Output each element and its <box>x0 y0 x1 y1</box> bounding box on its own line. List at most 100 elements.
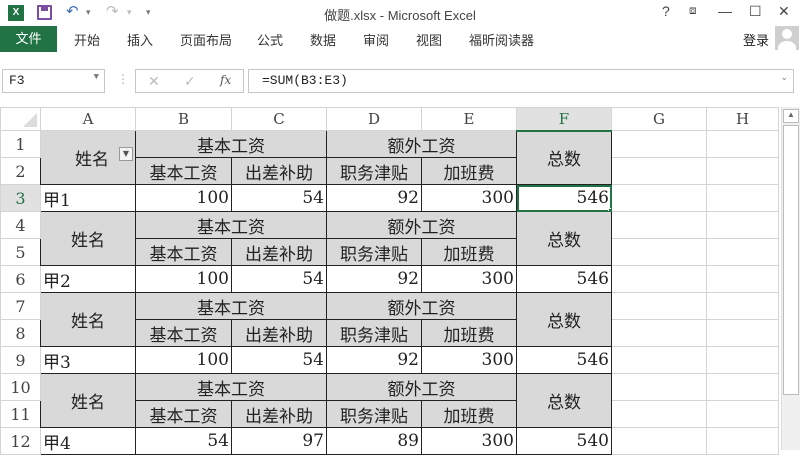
basic-salary-group-header[interactable]: 基本工资 <box>135 292 327 320</box>
overtime-cell[interactable]: 300 <box>421 346 517 374</box>
duty-allowance-cell[interactable]: 89 <box>326 427 422 455</box>
total-header-cell[interactable]: 总数 <box>516 373 612 428</box>
travel-header-cell[interactable]: 出差补助 <box>231 157 327 185</box>
travel-allowance-cell[interactable]: 54 <box>231 184 327 212</box>
fill-handle[interactable] <box>608 208 611 211</box>
help-button[interactable]: ? <box>662 3 670 19</box>
travel-allowance-cell[interactable]: 54 <box>231 346 327 374</box>
travel-header-cell[interactable]: 出差补助 <box>231 319 327 347</box>
name-cell[interactable]: 甲2 <box>40 265 136 293</box>
total-cell[interactable]: 546 <box>516 184 612 212</box>
column-header-c[interactable]: C <box>231 107 327 131</box>
basic-salary-cell[interactable]: 54 <box>135 427 232 455</box>
empty-cell[interactable] <box>611 292 707 320</box>
overtime-cell[interactable]: 300 <box>421 427 517 455</box>
extra-salary-group-header[interactable]: 额外工资 <box>326 292 517 320</box>
basic-salary-cell[interactable]: 100 <box>135 184 232 212</box>
ribbon-display-button[interactable]: ⧈ <box>689 3 697 18</box>
column-header-a[interactable]: A <box>40 107 136 131</box>
total-cell[interactable]: 546 <box>516 346 612 374</box>
basic-salary-group-header[interactable]: 基本工资 <box>135 211 327 239</box>
tab-insert[interactable]: 插入 <box>127 30 153 49</box>
duty-header-cell[interactable]: 职务津贴 <box>326 157 422 185</box>
avatar[interactable] <box>775 26 799 50</box>
row-header-9[interactable]: 9 <box>0 346 41 374</box>
scroll-thumb[interactable] <box>783 125 799 395</box>
travel-allowance-cell[interactable]: 97 <box>231 427 327 455</box>
basic-header-cell[interactable]: 基本工资 <box>135 238 232 266</box>
cancel-icon[interactable]: ✕ <box>148 73 160 90</box>
tab-review[interactable]: 审阅 <box>363 30 389 49</box>
basic-header-cell[interactable]: 基本工资 <box>135 400 232 428</box>
empty-cell[interactable] <box>611 265 707 293</box>
basic-header-cell[interactable]: 基本工资 <box>135 157 232 185</box>
extra-salary-group-header[interactable]: 额外工资 <box>326 130 517 158</box>
maximize-button[interactable]: ☐ <box>749 3 762 20</box>
column-header-e[interactable]: E <box>421 107 517 131</box>
empty-cell[interactable] <box>611 184 707 212</box>
name-header-cell[interactable]: 姓名 ▼ <box>40 130 136 185</box>
empty-cell[interactable] <box>611 211 707 239</box>
enter-icon[interactable]: ✓ <box>184 73 196 90</box>
row-header-12[interactable]: 12 <box>0 427 41 455</box>
duty-header-cell[interactable]: 职务津贴 <box>326 238 422 266</box>
tab-page-layout[interactable]: 页面布局 <box>180 30 232 49</box>
empty-cell[interactable] <box>611 238 707 266</box>
empty-cell[interactable] <box>706 157 779 185</box>
empty-cell[interactable] <box>611 130 707 158</box>
name-box[interactable]: F3 ▼ <box>2 69 105 93</box>
tab-file[interactable]: 文件 <box>0 26 57 52</box>
empty-cell[interactable] <box>611 346 707 374</box>
row-header-8[interactable]: 8 <box>0 319 41 347</box>
duty-header-cell[interactable]: 职务津贴 <box>326 400 422 428</box>
travel-allowance-cell[interactable]: 54 <box>231 265 327 293</box>
empty-cell[interactable] <box>706 184 779 212</box>
name-cell[interactable]: 甲4 <box>40 427 136 455</box>
row-header-7[interactable]: 7 <box>0 292 41 320</box>
empty-cell[interactable] <box>706 238 779 266</box>
tab-formulas[interactable]: 公式 <box>257 30 283 49</box>
column-header-d[interactable]: D <box>326 107 422 131</box>
vertical-scrollbar[interactable]: ▲ <box>781 107 800 450</box>
row-header-6[interactable]: 6 <box>0 265 41 293</box>
row-header-1[interactable]: 1 <box>0 130 41 158</box>
row-header-4[interactable]: 4 <box>0 211 41 239</box>
total-header-cell[interactable]: 总数 <box>516 211 612 266</box>
overtime-header-cell[interactable]: 加班费 <box>421 157 517 185</box>
empty-cell[interactable] <box>706 373 779 401</box>
basic-salary-cell[interactable]: 100 <box>135 346 232 374</box>
column-header-b[interactable]: B <box>135 107 232 131</box>
row-header-11[interactable]: 11 <box>0 400 41 428</box>
minimize-button[interactable]: — <box>718 3 732 19</box>
empty-cell[interactable] <box>706 211 779 239</box>
chevron-down-icon[interactable]: ▼ <box>94 72 99 82</box>
tab-home[interactable]: 开始 <box>74 30 100 49</box>
name-header-cell[interactable]: 姓名 <box>40 211 136 266</box>
select-all-button[interactable] <box>0 107 41 131</box>
empty-cell[interactable] <box>706 292 779 320</box>
empty-cell[interactable] <box>706 130 779 158</box>
close-button[interactable]: ✕ <box>778 3 790 20</box>
empty-cell[interactable] <box>706 346 779 374</box>
row-header-2[interactable]: 2 <box>0 157 41 185</box>
extra-salary-group-header[interactable]: 额外工资 <box>326 373 517 401</box>
basic-salary-group-header[interactable]: 基本工资 <box>135 373 327 401</box>
empty-cell[interactable] <box>611 427 707 455</box>
basic-header-cell[interactable]: 基本工资 <box>135 319 232 347</box>
scroll-up-icon[interactable]: ▲ <box>783 109 799 123</box>
total-header-cell[interactable]: 总数 <box>516 292 612 347</box>
total-cell[interactable]: 540 <box>516 427 612 455</box>
tab-view[interactable]: 视图 <box>416 30 442 49</box>
column-header-f[interactable]: F <box>516 107 612 132</box>
overtime-header-cell[interactable]: 加班费 <box>421 400 517 428</box>
tab-data[interactable]: 数据 <box>310 30 336 49</box>
empty-cell[interactable] <box>611 400 707 428</box>
empty-cell[interactable] <box>706 427 779 455</box>
sign-in-link[interactable]: 登录 <box>743 30 769 49</box>
expand-formula-bar-icon[interactable]: ⌄ <box>780 73 788 83</box>
total-cell[interactable]: 546 <box>516 265 612 293</box>
duty-allowance-cell[interactable]: 92 <box>326 265 422 293</box>
travel-header-cell[interactable]: 出差补助 <box>231 238 327 266</box>
basic-salary-cell[interactable]: 100 <box>135 265 232 293</box>
name-header-cell[interactable]: 姓名 <box>40 373 136 428</box>
